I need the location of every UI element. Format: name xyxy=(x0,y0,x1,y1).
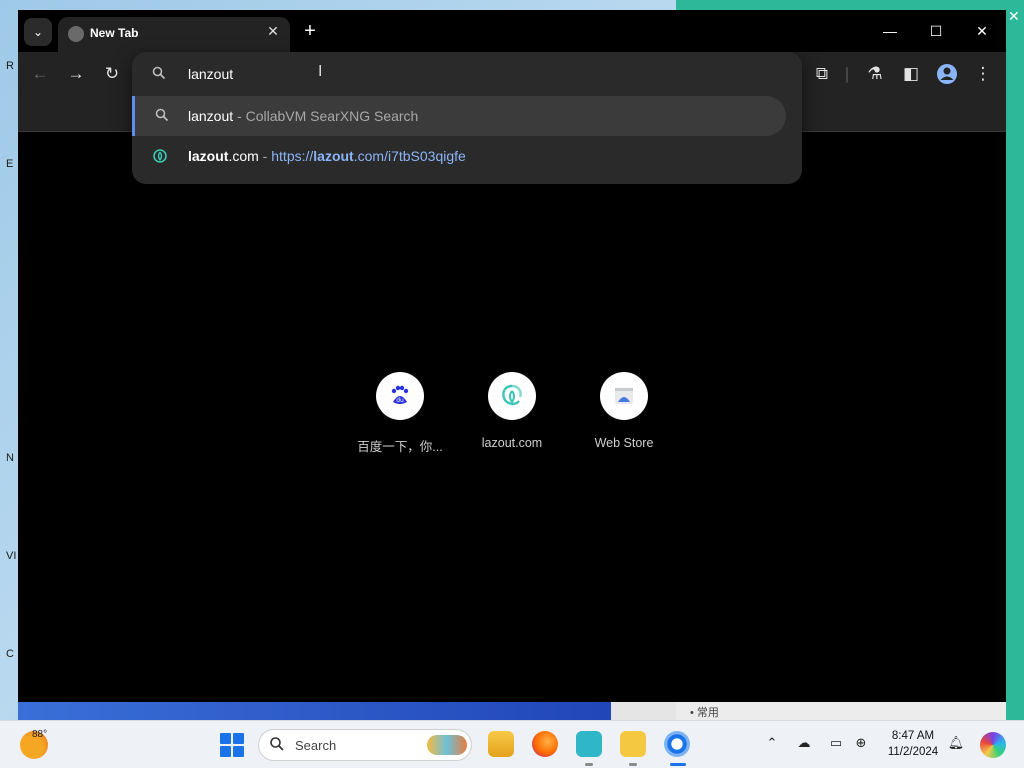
tab-search-button[interactable]: ⌄ xyxy=(24,18,52,46)
menu-button[interactable]: ⋮ xyxy=(971,63,995,87)
reload-button[interactable]: ↻ xyxy=(100,63,124,87)
desktop-icon-label[interactable]: R xyxy=(6,60,14,72)
suggestion-url[interactable]: lazout.com - https://lazout.com/i7tbS03q… xyxy=(132,136,786,176)
profile-button[interactable] xyxy=(935,63,959,87)
file-explorer-icon[interactable] xyxy=(488,731,514,757)
baidu-icon: du xyxy=(376,372,424,420)
back-button[interactable]: ← xyxy=(28,63,52,87)
app-running-indicator xyxy=(629,763,637,766)
minimize-button[interactable]: — xyxy=(875,18,905,44)
network-icon[interactable]: ⊕ xyxy=(851,735,871,751)
browser-window: ⌄ New Tab ✕ + — ☐ ✕ ← → ↻ ⧉ | ⚗ ◧ ⋮ lanz… xyxy=(18,10,1006,702)
clock-time: 8:47 AM xyxy=(891,730,935,742)
suggestion-url-rest: .com/i7tbS03qigfe xyxy=(353,148,466,164)
web-store-icon xyxy=(600,372,648,420)
desktop-background-window-edge: ✕ xyxy=(1006,0,1024,720)
search-icon xyxy=(155,108,171,124)
globe-icon xyxy=(68,26,84,42)
background-document-text: • 常用 xyxy=(690,707,719,719)
close-icon: ✕ xyxy=(1008,8,1020,24)
notes-app-icon[interactable] xyxy=(620,731,646,757)
tab-strip: ⌄ New Tab ✕ + — ☐ ✕ xyxy=(18,10,1006,52)
chevron-up-icon[interactable]: ⌃ xyxy=(762,735,782,751)
search-icon xyxy=(269,736,285,756)
omnibox-dropdown: lanzout Ι lanzout - CollabVM SearXNG Sea… xyxy=(132,52,802,184)
suggestion-url-prefix: https:// xyxy=(271,148,314,164)
desktop-icon-label[interactable]: N xyxy=(6,452,14,464)
shortcut-label: 百度一下，你... xyxy=(357,440,443,454)
arrow-right-icon: → xyxy=(67,64,85,83)
app-active-indicator xyxy=(670,763,686,766)
shortcut-label: lazout.com xyxy=(481,436,543,450)
new-tab-button[interactable]: + xyxy=(298,19,322,43)
app-running-indicator xyxy=(585,763,593,766)
lazout-favicon-icon xyxy=(152,148,168,164)
desktop-icons-column: R E N VI C xyxy=(0,0,20,720)
cloud-offline-icon[interactable]: ☁ xyxy=(794,735,814,751)
shortcut-label: Web Store xyxy=(594,436,654,450)
puzzle-icon: ⧉ xyxy=(815,64,829,83)
windows-logo-tile xyxy=(220,746,231,757)
flask-icon: ⚗ xyxy=(867,64,883,83)
windows-logo-tile xyxy=(233,733,244,744)
windows-logo-icon xyxy=(220,733,231,744)
text-cursor-icon: Ι xyxy=(318,63,323,80)
suggestion-url-bold: lazout xyxy=(313,148,354,164)
labs-button[interactable]: ⚗ xyxy=(863,63,887,87)
firefox-icon[interactable] xyxy=(532,731,558,757)
suggestion-host-bold: lazout xyxy=(188,148,229,164)
suggestion-separator: - xyxy=(258,148,272,164)
recycle-bin-icon[interactable] xyxy=(576,731,602,757)
maximize-icon: ☐ xyxy=(929,23,943,39)
suggestion-engine: - CollabVM SearXNG Search xyxy=(233,108,419,124)
chevron-down-icon: ⌄ xyxy=(32,25,44,39)
display-icon[interactable]: ▭ xyxy=(826,735,846,751)
close-window-button[interactable]: ✕ xyxy=(967,18,997,44)
background-document-strip: • 常用 xyxy=(676,700,1006,720)
plus-icon: + xyxy=(304,20,316,42)
clock-date: 11/2/2024 xyxy=(887,746,939,758)
notification-bell-icon[interactable]: 🔔︎ xyxy=(946,735,966,751)
tab-new-tab[interactable]: New Tab ✕ xyxy=(58,17,290,52)
shortcut-lazout[interactable]: lazout.com xyxy=(464,372,560,450)
side-panel-button[interactable]: ◧ xyxy=(899,63,923,87)
taskbar-search-box[interactable]: Search xyxy=(258,729,472,761)
copilot-icon[interactable] xyxy=(980,732,1006,758)
lazout-icon xyxy=(488,372,536,420)
close-icon[interactable]: ✕ xyxy=(264,23,282,40)
side-panel-icon: ◧ xyxy=(902,64,920,83)
taskbar: 88° Search ⌃ ☁ ▭ ⊕ 8:47 AM 11/2/2024 🔔︎ xyxy=(0,720,1024,768)
taskbar-search-placeholder: Search xyxy=(295,738,337,753)
search-highlight-icon xyxy=(427,735,467,755)
start-button[interactable] xyxy=(220,733,244,757)
suggestion-host-rest: .com xyxy=(228,148,259,164)
search-icon xyxy=(152,66,168,82)
desktop-icon-label[interactable]: E xyxy=(6,158,13,170)
arrow-left-icon: ← xyxy=(31,64,49,83)
kebab-menu-icon: ⋮ xyxy=(974,64,992,83)
shortcut-web-store[interactable]: Web Store xyxy=(576,372,672,450)
toolbar-divider: | xyxy=(844,64,850,83)
forward-button[interactable]: → xyxy=(64,63,88,87)
suggestion-search[interactable]: lanzout - CollabVM SearXNG Search xyxy=(132,96,786,136)
desktop-icon-label[interactable]: C xyxy=(6,648,14,660)
address-bar-input[interactable]: lanzout Ι xyxy=(132,52,802,96)
reload-icon: ↻ xyxy=(104,64,120,83)
address-bar-value: lanzout xyxy=(188,66,234,82)
minimize-icon: — xyxy=(883,23,897,39)
maximize-button[interactable]: ☐ xyxy=(921,18,951,44)
desktop-icon-label[interactable]: VI xyxy=(6,550,16,562)
profile-avatar-icon xyxy=(937,64,957,84)
baidu-glyph: du xyxy=(396,397,404,404)
tab-title: New Tab xyxy=(90,26,139,40)
windows-logo-tile xyxy=(233,746,244,757)
shortcut-baidu[interactable]: du 百度一下，你... xyxy=(352,372,448,455)
extensions-button[interactable]: ⧉ xyxy=(810,63,834,87)
chrome-icon[interactable] xyxy=(664,731,690,757)
weather-temperature: 88° xyxy=(32,729,48,740)
taskbar-clock[interactable]: 8:47 AM 11/2/2024 xyxy=(880,728,946,760)
suggestion-query: lanzout xyxy=(188,108,234,124)
close-icon: ✕ xyxy=(976,23,988,39)
